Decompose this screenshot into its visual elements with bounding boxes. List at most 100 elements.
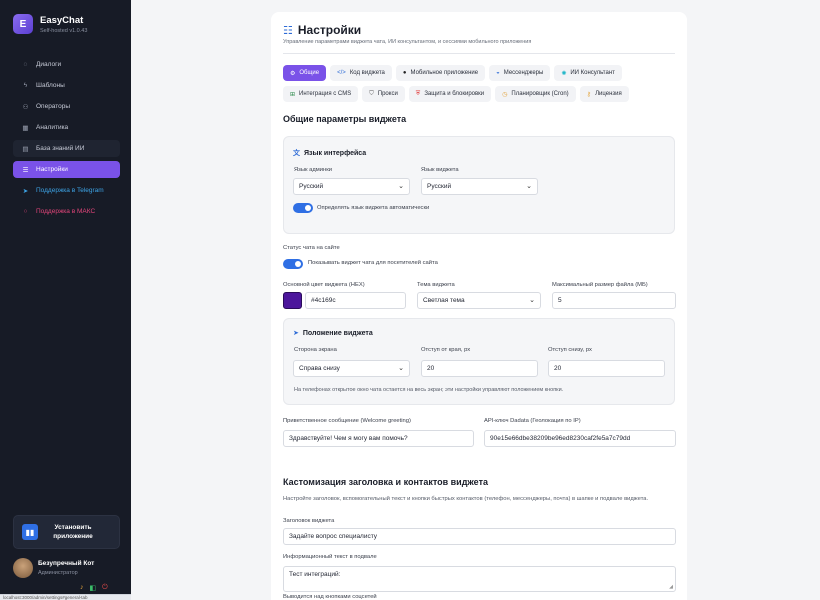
brand-version: Self-hosted v1.0.43 [40,27,88,34]
gear-icon: ⚙ [290,70,296,77]
sidebar-item-label: База знаний ИИ [36,145,85,152]
auto-lang-toggle[interactable] [293,203,313,213]
sidebar-item-templates[interactable]: ϟ Шаблоны [13,77,120,94]
widget-lang-label: Язык виджета [421,167,459,173]
sidebar-item-analytics[interactable]: ▦ Аналитика [13,119,120,136]
tab-cms-integration[interactable]: ⊞ Интеграция с CMS [283,86,359,102]
chevron-down-icon: ⌄ [398,183,404,190]
welcome-label: Приветственное сообщение (Welcome greeti… [283,418,411,424]
side-select[interactable]: Справа снизу ⌄ [293,360,410,377]
sidebar-item-max-support[interactable]: ○ Поддержка в МАКС [13,203,120,220]
sound-icon[interactable]: ◧ [90,584,97,592]
theme-value: Светлая тема [423,297,465,304]
auto-lang-label: Определять язык виджета автоматически [317,205,430,211]
sidebar-item-label: Поддержка в Telegram [36,187,104,194]
section-title-general: Общие параметры виджета [283,114,407,124]
tab-general[interactable]: ⚙ Общие [283,65,327,81]
sidebar-item-telegram-support[interactable]: ➤ Поддержка в Telegram [13,182,120,199]
offset-x-value: 20 [427,365,435,372]
show-widget-toggle[interactable] [283,259,303,269]
brand-name: EasyChat [40,14,84,26]
theme-select[interactable]: Светлая тема ⌄ [417,292,541,309]
tab-label: Мессенджеры [503,70,544,76]
tab-label: Мобильное приложение [410,70,479,76]
tab-label: Прокси [377,91,398,97]
users-icon: ⚇ [22,103,29,111]
sidebar-item-label: Операторы [36,103,71,110]
sliders-icon: ☷ [283,24,293,37]
dadata-value: 90e15e66dbe38209be96ed8230caf2fe5a7c79dd [490,435,631,442]
chevron-down-icon: ⌄ [398,365,404,372]
mobile-icon: ● [402,70,407,76]
sidebar-item-label: Шаблоны [36,82,65,89]
avatar [13,558,33,578]
code-icon: </> [337,70,346,76]
bell-icon[interactable]: ♪ [80,584,84,592]
color-label: Основной цвет виджета (HEX) [283,282,365,288]
position-card: ➤ Положение виджета Сторона экрана Справ… [283,318,675,405]
chat-status-label: Статус чата на сайте [283,245,340,251]
welcome-input[interactable]: Здравствуйте! Чем я могу вам помочь? [283,430,474,447]
brand[interactable]: E EasyChat Self-hosted v1.0.43 [13,14,87,34]
user-profile[interactable]: Безупречный Кот Администратор [13,558,94,578]
sidebar: E EasyChat Self-hosted v1.0.43 ◌ Диалоги… [0,0,131,600]
offset-x-input[interactable]: 20 [421,360,538,377]
dadata-label: API-ключ Dadata (Геолокация по IP) [484,418,581,424]
tab-widget-code[interactable]: </> Код виджета [330,65,392,81]
sidebar-item-operators[interactable]: ⚇ Операторы [13,98,120,115]
settings-icon: ☰ [22,166,29,174]
sidebar-item-label: Аналитика [36,124,69,131]
install-app-button[interactable]: ▮▮ Установить приложение [13,515,120,549]
footer-text-textarea[interactable]: Тест интеграций: ◢ [283,566,676,592]
dadata-input[interactable]: 90e15e66dbe38209be96ed8230caf2fe5a7c79dd [484,430,676,447]
cms-icon: ⊞ [290,91,296,98]
admin-lang-select[interactable]: Русский ⌄ [293,178,410,195]
tab-label: Планировщик (Cron) [511,91,569,97]
chat-icon: ◌ [23,61,28,68]
tab-label: Защита и блокировки [424,91,485,97]
widget-header-value: Задайте вопрос специалисту [289,533,378,540]
divider [283,53,675,54]
database-icon: ▤ [22,145,29,153]
color-input[interactable]: #4c169c [305,292,406,309]
chevron-down-icon: ⌄ [526,183,532,190]
telegram-icon: ➤ [22,187,29,195]
logout-icon[interactable]: ⏻ [102,584,108,592]
settings-tabs: ⚙ Общие </> Код виджета ● Мобильное прил… [283,65,679,107]
sidebar-nav: ◌ Диалоги ϟ Шаблоны ⚇ Операторы ▦ Аналит… [13,56,120,224]
key-icon: ⚷ [586,91,592,98]
max-file-input[interactable]: 5 [552,292,676,309]
app-icon: ▮▮ [22,524,38,540]
widget-header-input[interactable]: Задайте вопрос специалисту [283,528,676,545]
brand-logo: E [13,14,33,34]
widget-lang-select[interactable]: Русский ⌄ [421,178,538,195]
color-swatch[interactable] [283,292,302,309]
tab-label: Лицензия [595,91,622,97]
messenger-icon: ◒ [496,70,500,76]
tab-license[interactable]: ⚷ Лицензия [579,86,629,102]
offset-y-input[interactable]: 20 [548,360,665,377]
tab-proxy[interactable]: ⛉ Прокси [362,86,405,102]
tab-label: Интеграция с CMS [299,91,352,97]
user-actions: ♪ ◧ ⏻ [80,584,108,592]
section-title-custom: Кастомизация заголовка и контактов видже… [283,477,488,487]
footer-text-value: Тест интеграций: [289,571,341,578]
tab-messengers[interactable]: ◒ Мессенджеры [489,65,551,81]
show-widget-label: Показывать виджет чата для посетителей с… [308,260,438,266]
tab-security[interactable]: ⛨ Защита и блокировки [408,86,492,102]
welcome-value: Здравствуйте! Чем я могу вам помочь? [289,435,408,442]
tab-ai-consultant[interactable]: ✺ ИИ Консультант [554,65,622,81]
sidebar-item-settings[interactable]: ☰ Настройки [13,161,120,178]
navigation-arrow-icon: ➤ [293,330,299,337]
color-value: #4c169c [311,297,336,304]
tab-scheduler[interactable]: ◷ Планировщик (Cron) [495,86,576,102]
sidebar-item-knowledge-base[interactable]: ▤ База знаний ИИ [13,140,120,157]
sidebar-item-label: Настройки [36,166,68,173]
tab-mobile-app[interactable]: ● Мобильное приложение [395,65,486,81]
tab-label: Общие [299,70,320,76]
theme-label: Тема виджета [417,282,455,288]
sidebar-item-label: Диалоги [36,61,62,68]
resize-handle-icon[interactable]: ◢ [669,584,673,590]
user-role: Администратор [38,570,78,576]
sidebar-item-dialogs[interactable]: ◌ Диалоги [13,56,120,73]
